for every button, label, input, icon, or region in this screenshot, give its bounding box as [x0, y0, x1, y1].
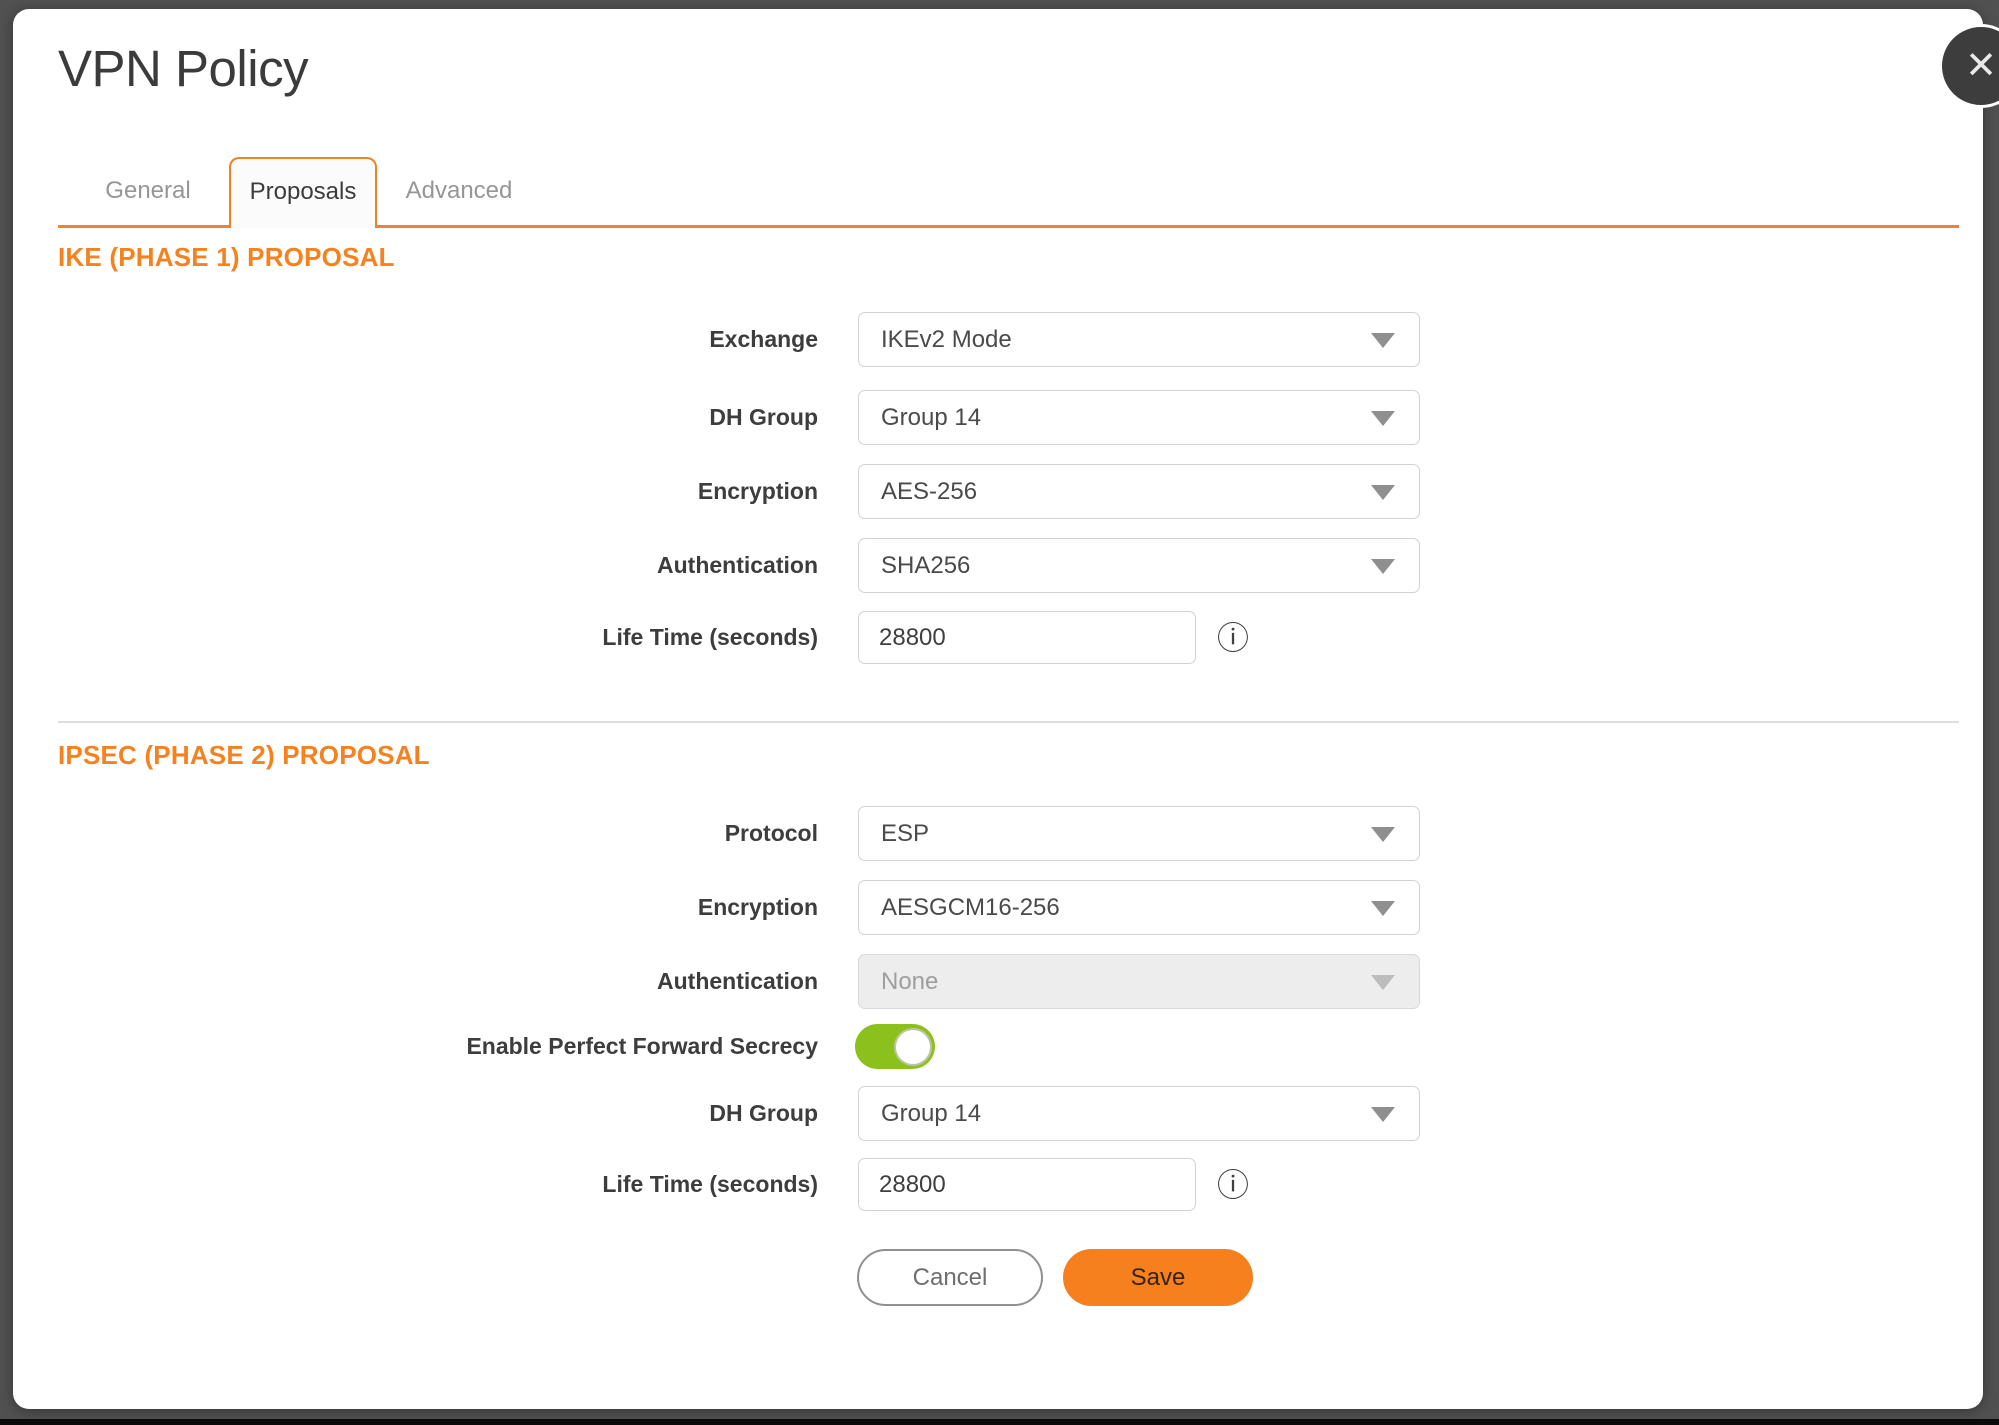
info-icon[interactable]: ⓘ — [1216, 1168, 1250, 1202]
page-title: VPN Policy — [58, 39, 308, 98]
phase2-dh-group-select[interactable]: Group 14 — [858, 1086, 1420, 1141]
phase1-authentication-select[interactable]: SHA256 — [858, 538, 1420, 593]
chevron-down-icon — [1371, 485, 1395, 500]
phase1-life-time-label: Life Time (seconds) — [13, 611, 818, 664]
phase2-authentication-label: Authentication — [13, 954, 818, 1009]
phase2-encryption-select[interactable]: AESGCM16-256 — [858, 880, 1420, 935]
pfs-toggle-knob — [894, 1028, 932, 1066]
bottom-strip — [0, 1419, 1999, 1425]
pfs-label: Enable Perfect Forward Secrecy — [13, 1024, 818, 1069]
phase2-encryption-label: Encryption — [13, 880, 818, 935]
protocol-label: Protocol — [13, 806, 818, 861]
phase2-authentication-select-disabled: None — [858, 954, 1420, 1009]
phase2-life-time-label: Life Time (seconds) — [13, 1158, 818, 1211]
vpn-policy-dialog: VPN Policy General Proposals Advanced IK… — [13, 9, 1983, 1409]
phase1-encryption-value: AES-256 — [881, 465, 977, 518]
section-divider — [58, 721, 1959, 723]
chevron-down-icon — [1371, 411, 1395, 426]
phase1-authentication-label: Authentication — [13, 538, 818, 593]
phase2-dh-group-label: DH Group — [13, 1086, 818, 1141]
phase1-dh-group-label: DH Group — [13, 390, 818, 445]
chevron-down-icon — [1371, 333, 1395, 348]
chevron-down-icon — [1371, 975, 1395, 990]
phase2-dh-group-value: Group 14 — [881, 1087, 981, 1140]
exchange-label: Exchange — [13, 312, 818, 367]
save-button[interactable]: Save — [1063, 1249, 1253, 1306]
phase2-life-time-input[interactable] — [858, 1158, 1196, 1211]
chevron-down-icon — [1371, 827, 1395, 842]
exchange-select[interactable]: IKEv2 Mode — [858, 312, 1420, 367]
screen: VPN Policy General Proposals Advanced IK… — [0, 0, 1999, 1425]
protocol-select[interactable]: ESP — [858, 806, 1420, 861]
info-icon[interactable]: ⓘ — [1216, 621, 1250, 655]
phase1-dh-group-value: Group 14 — [881, 391, 981, 444]
exchange-value: IKEv2 Mode — [881, 313, 1012, 366]
phase1-encryption-label: Encryption — [13, 464, 818, 519]
phase1-encryption-select[interactable]: AES-256 — [858, 464, 1420, 519]
protocol-value: ESP — [881, 807, 929, 860]
phase1-dh-group-select[interactable]: Group 14 — [858, 390, 1420, 445]
phase2-heading: IPSEC (PHASE 2) PROPOSAL — [58, 740, 430, 771]
cancel-button[interactable]: Cancel — [857, 1249, 1043, 1306]
phase2-encryption-value: AESGCM16-256 — [881, 881, 1060, 934]
tab-advanced[interactable]: Advanced — [376, 157, 542, 225]
chevron-down-icon — [1371, 901, 1395, 916]
chevron-down-icon — [1371, 559, 1395, 574]
chevron-down-icon — [1371, 1107, 1395, 1122]
pfs-toggle[interactable] — [855, 1024, 935, 1069]
tab-bar: General Proposals Advanced — [58, 157, 1959, 228]
tab-proposals[interactable]: Proposals — [229, 157, 377, 228]
phase1-authentication-value: SHA256 — [881, 539, 970, 592]
phase1-heading: IKE (PHASE 1) PROPOSAL — [58, 242, 395, 273]
tab-general[interactable]: General — [58, 157, 238, 225]
phase1-life-time-input[interactable] — [858, 611, 1196, 664]
phase2-authentication-value: None — [881, 955, 938, 1008]
close-icon: ✕ — [1965, 47, 1997, 85]
